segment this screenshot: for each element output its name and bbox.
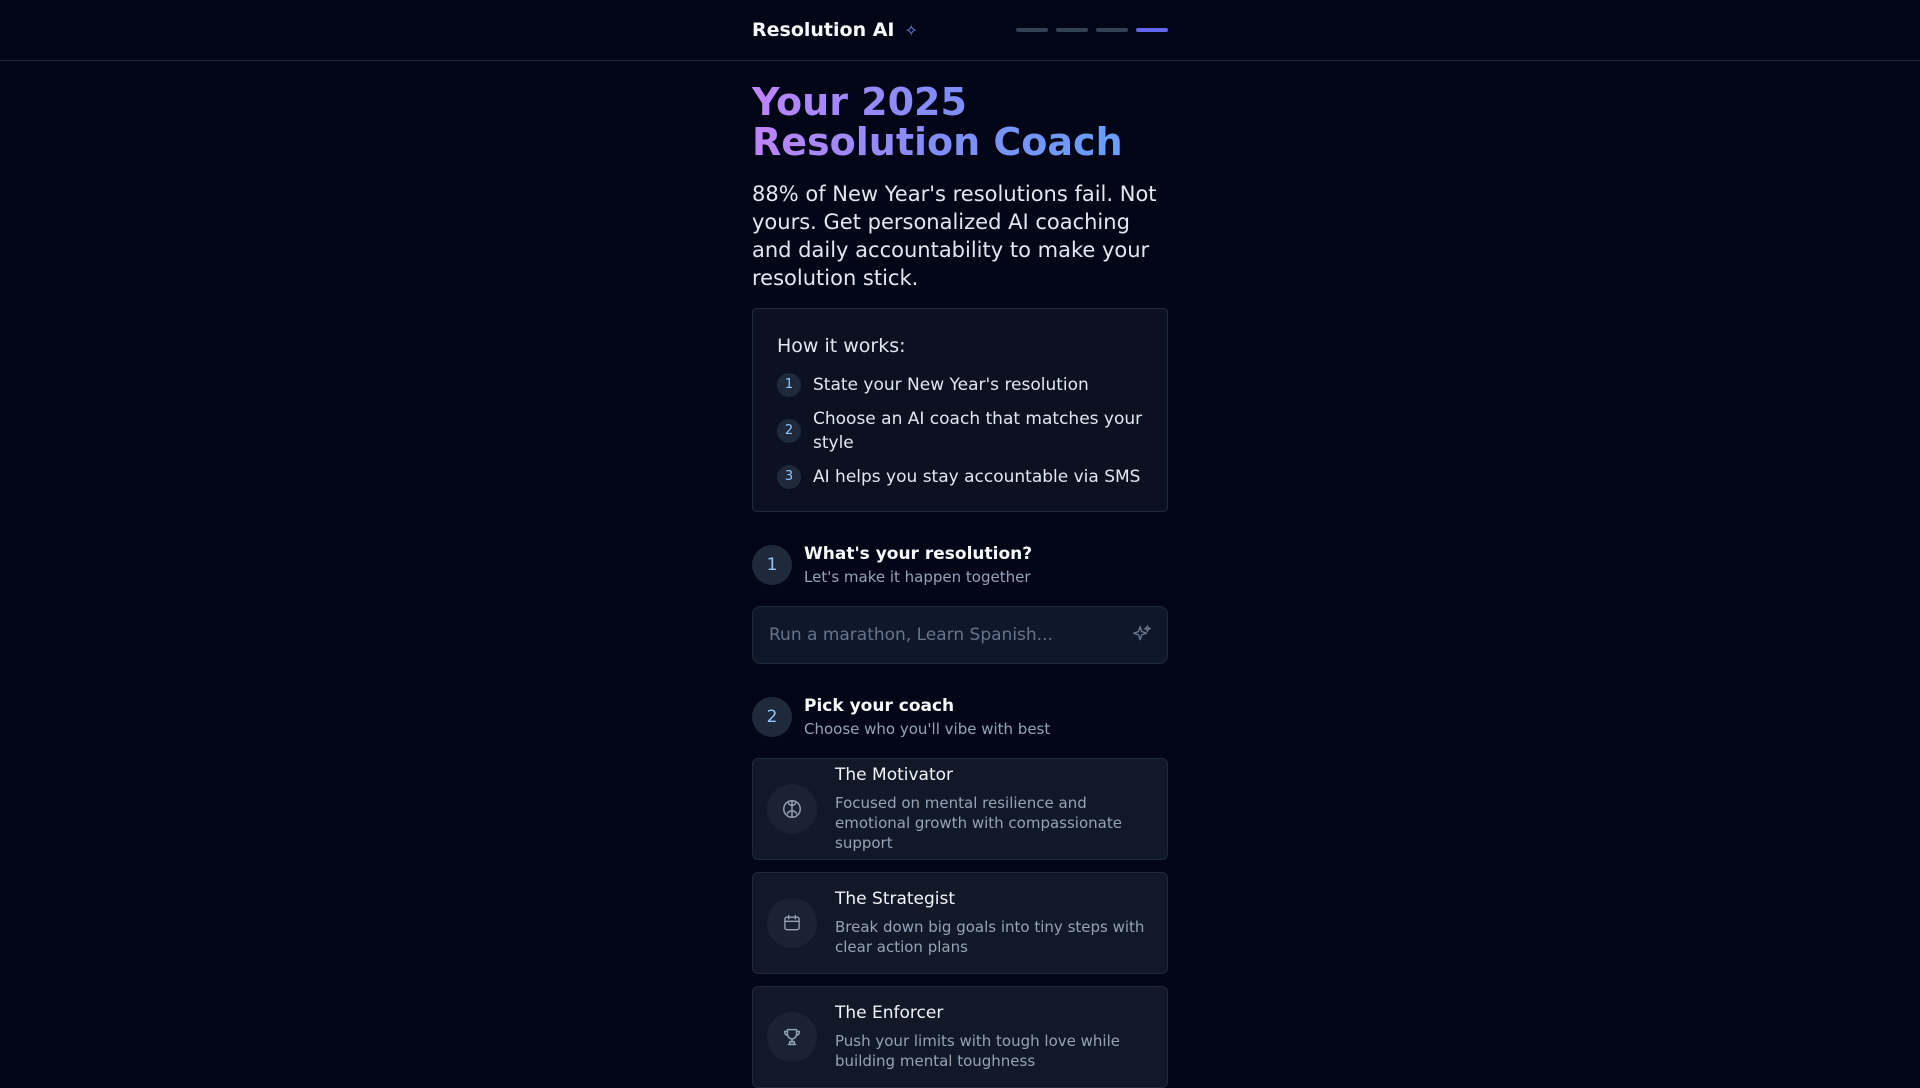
step-heading: Pick your coach Choose who you'll vibe w… (804, 696, 1050, 738)
how-it-works-panel: How it works: 1 State your New Year's re… (752, 308, 1168, 512)
step-heading: What's your resolution? Let's make it ha… (804, 544, 1032, 586)
step-title: Pick your coach (804, 696, 955, 716)
how-it-works-number: 2 (777, 419, 801, 443)
how-it-works-number: 1 (777, 373, 801, 397)
coach-description: Break down big goals into tiny steps wit… (835, 918, 1145, 956)
hero-title-line-1: Your 2025 (752, 80, 967, 124)
step-title: What's your resolution? (804, 544, 1033, 564)
step-subtitle: Let's make it happen together (804, 568, 1031, 586)
progress-step-2 (1056, 28, 1088, 32)
resolution-input[interactable] (753, 607, 1167, 663)
calendar-icon (767, 898, 817, 948)
how-it-works-number: 3 (777, 465, 801, 489)
progress-step-3 (1096, 28, 1128, 32)
progress-step-4 (1136, 28, 1168, 32)
how-it-works-item: 1 State your New Year's resolution (777, 373, 1143, 397)
trophy-icon (767, 1012, 817, 1062)
resolution-step: 1 What's your resolution? Let's make it … (752, 544, 1168, 664)
coach-name: The Enforcer (835, 1003, 944, 1023)
coach-info: The Strategist Break down big goals into… (835, 889, 1149, 957)
coach-name: The Strategist (835, 889, 956, 909)
coach-description: Push your limits with tough love while b… (835, 1032, 1120, 1070)
hero-subtitle: 88% of New Year's resolutions fail. Not … (752, 182, 1157, 290)
how-it-works-text: State your New Year's resolution (813, 375, 1089, 395)
coach-card-strategist[interactable]: The Strategist Break down big goals into… (752, 872, 1168, 974)
hero-title: Your 2025 Resolution Coach (752, 82, 1168, 162)
brain-icon (767, 784, 817, 834)
coach-step: 2 Pick your coach Choose who you'll vibe… (752, 696, 1168, 1088)
coach-name: The Motivator (835, 765, 954, 785)
how-it-works-text: Choose an AI coach that matches your sty… (813, 409, 1143, 453)
coach-card-enforcer[interactable]: The Enforcer Push your limits with tough… (752, 986, 1168, 1088)
coach-description: Focused on mental resilience and emotion… (835, 794, 1122, 852)
main-content: Your 2025 Resolution Coach 88% of New Ye… (752, 82, 1168, 1088)
top-bar-inner: Resolution AI ✧ (752, 0, 1168, 60)
brand[interactable]: Resolution AI ✧ (752, 19, 918, 41)
hero-title-line-2: Resolution Coach (752, 120, 1123, 164)
progress-step-1 (1016, 28, 1048, 32)
how-it-works-title: How it works: (777, 335, 906, 357)
coach-step-header: 2 Pick your coach Choose who you'll vibe… (752, 696, 1168, 738)
sparkle-icon (1133, 625, 1151, 641)
top-bar: Resolution AI ✧ (0, 0, 1920, 61)
sparkle-icon: ✧ (904, 20, 918, 40)
coach-info: The Motivator Focused on mental resilien… (835, 765, 1149, 853)
progress-indicator (1016, 28, 1168, 32)
step-number-badge: 1 (752, 545, 792, 585)
resolution-step-header: 1 What's your resolution? Let's make it … (752, 544, 1168, 586)
resolution-input-container (752, 606, 1168, 664)
how-it-works-item: 2 Choose an AI coach that matches your s… (777, 407, 1143, 455)
how-it-works-item: 3 AI helps you stay accountable via SMS (777, 465, 1143, 489)
coach-info: The Enforcer Push your limits with tough… (835, 1003, 1149, 1071)
step-number-badge: 2 (752, 697, 792, 737)
brand-name: Resolution AI (752, 19, 895, 41)
coach-card-motivator[interactable]: The Motivator Focused on mental resilien… (752, 758, 1168, 860)
how-it-works-text: AI helps you stay accountable via SMS (813, 467, 1141, 487)
step-subtitle: Choose who you'll vibe with best (804, 720, 1051, 738)
